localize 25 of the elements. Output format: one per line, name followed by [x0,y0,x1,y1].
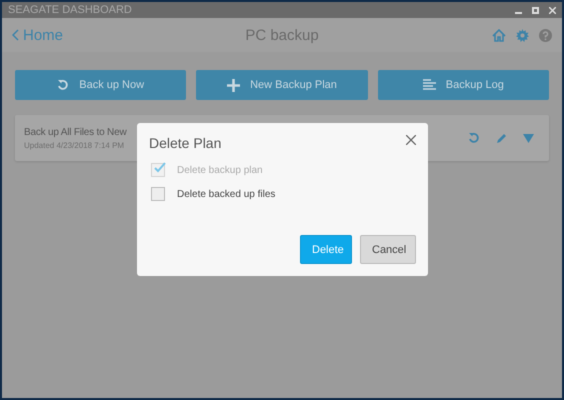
window-title: SEAGATE DASHBOARD [8,4,132,16]
help-icon[interactable] [539,28,552,42]
delete-button[interactable]: Delete [300,235,352,264]
checkbox-label: Delete backed up files [177,188,276,200]
maximize-icon[interactable] [532,6,539,14]
plan-name: Back up All Files to New [24,126,126,138]
home-icon[interactable] [492,28,506,42]
pencil-icon[interactable] [496,132,507,144]
action-button[interactable]: Back up Now [15,70,186,100]
list-icon [422,79,436,91]
cancel-button[interactable]: Cancel [360,235,416,264]
action-button[interactable]: Backup Log [378,70,549,100]
dropdown-triangle-icon[interactable] [523,134,534,142]
settings-icon[interactable] [516,28,529,42]
plan-updated-text: Updated 4/23/2018 7:14 PM [24,140,126,150]
action-button[interactable]: New Backup Plan [196,70,368,100]
chevron-left-icon [12,29,19,41]
plus-icon [227,78,240,92]
refresh-icon [57,79,70,91]
close-icon[interactable] [406,135,416,145]
checkbox-label: Delete backup plan [177,164,263,176]
checkbox[interactable] [151,187,165,201]
back-link[interactable]: Home [12,26,64,44]
refresh-icon[interactable] [468,132,480,144]
dialog-title: Delete Plan [149,135,222,151]
